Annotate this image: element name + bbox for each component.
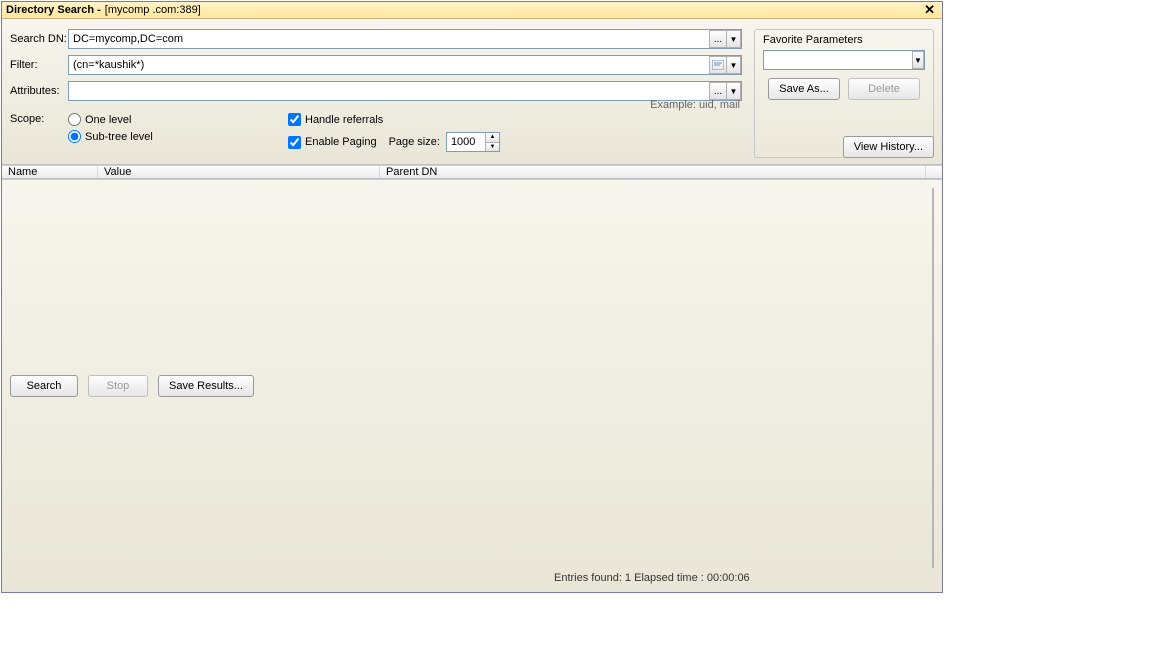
dn-dropdown-icon[interactable]: ▼ xyxy=(727,30,741,48)
progress-bar xyxy=(932,188,934,568)
filter-field[interactable]: ▼ xyxy=(68,55,742,75)
title-bar: Directory Search - [mycomp .com:389] ✕ xyxy=(2,2,942,19)
status-text: Entries found: 1 Elapsed time : 00:00:06 xyxy=(554,572,934,584)
filter-label: Filter: xyxy=(10,59,68,71)
spin-up-icon[interactable]: ▲ xyxy=(485,133,499,143)
window-title: Directory Search - xyxy=(6,4,101,16)
results-header: Name Value Parent DN xyxy=(2,165,942,179)
enable-paging-checkbox[interactable] xyxy=(288,136,301,149)
page-size-input[interactable] xyxy=(447,133,485,151)
page-size-label: Page size: xyxy=(389,136,440,148)
filter-input[interactable] xyxy=(69,56,708,74)
view-history-button[interactable]: View History... xyxy=(843,136,934,158)
enable-paging-check[interactable]: Enable Paging xyxy=(288,136,377,149)
col-parent-header[interactable]: Parent DN xyxy=(380,166,926,178)
filter-dropdown-icon[interactable]: ▼ xyxy=(727,56,741,74)
window-subtitle: [mycomp .com:389] xyxy=(105,4,201,16)
attributes-label: Attributes: xyxy=(10,85,68,97)
search-button[interactable]: Search xyxy=(10,375,78,397)
directory-search-window: Directory Search - [mycomp .com:389] ✕ S… xyxy=(1,1,943,593)
browse-dn-button[interactable]: ... xyxy=(709,30,727,48)
col-value-header[interactable]: Value xyxy=(98,166,380,178)
scope-one-level[interactable]: One level xyxy=(68,113,288,126)
scope-sub-radio[interactable] xyxy=(68,130,81,143)
attrs-dropdown-icon[interactable]: ▼ xyxy=(727,82,741,100)
save-as-button[interactable]: Save As... xyxy=(768,78,840,100)
close-icon[interactable]: ✕ xyxy=(921,2,938,18)
handle-referrals-check[interactable]: Handle referrals xyxy=(288,113,500,126)
search-dn-input[interactable] xyxy=(69,30,708,48)
browse-attrs-button[interactable]: ... xyxy=(709,82,727,100)
search-form: Search DN: ... ▼ Filter: ▼ Attrib xyxy=(2,19,942,165)
col-name-header[interactable]: Name xyxy=(2,166,98,178)
scope-sub-tree[interactable]: Sub-tree level xyxy=(68,130,288,143)
filter-builder-button[interactable] xyxy=(709,56,727,74)
scope-one-radio[interactable] xyxy=(68,113,81,126)
search-dn-label: Search DN: xyxy=(10,33,68,45)
favorites-dropdown[interactable]: ▼ xyxy=(763,50,925,70)
handle-referrals-checkbox[interactable] xyxy=(288,113,301,126)
attributes-field[interactable]: ... ▼ xyxy=(68,81,742,101)
search-dn-field[interactable]: ... ▼ xyxy=(68,29,742,49)
attributes-input[interactable] xyxy=(69,82,708,100)
bottom-toolbar: Search Stop Save Results... Entries foun… xyxy=(2,179,942,592)
favorites-dropdown-icon[interactable]: ▼ xyxy=(912,51,924,69)
spin-down-icon[interactable]: ▼ xyxy=(485,143,499,152)
scope-label: Scope: xyxy=(10,113,68,125)
favorites-legend: Favorite Parameters xyxy=(763,34,925,46)
favorites-input[interactable] xyxy=(764,51,912,69)
delete-button[interactable]: Delete xyxy=(848,78,920,100)
page-size-spinner[interactable]: ▲ ▼ xyxy=(446,132,500,152)
stop-button[interactable]: Stop xyxy=(88,375,148,397)
save-results-button[interactable]: Save Results... xyxy=(158,375,254,397)
